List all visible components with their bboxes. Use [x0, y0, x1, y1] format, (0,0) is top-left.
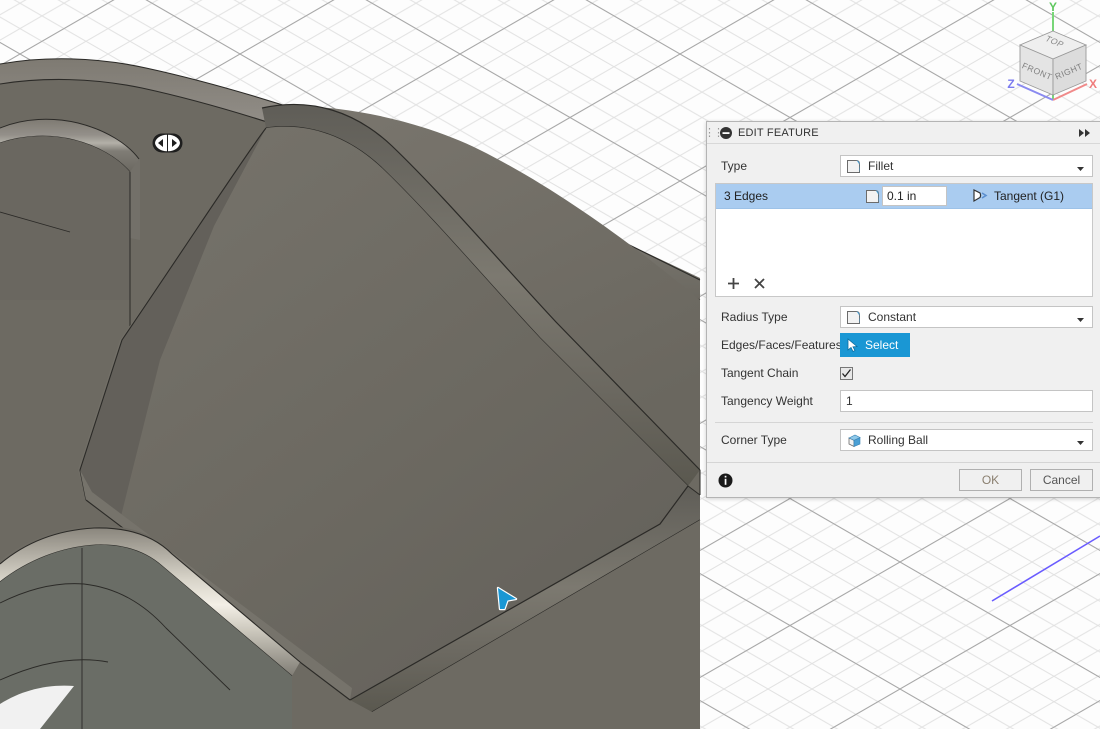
edge-continuity: Tangent (G1) [994, 189, 1065, 203]
mirror-symmetry-badge[interactable] [152, 133, 183, 153]
dialog-footer: OK Cancel [707, 462, 1100, 497]
constant-radius-icon [845, 309, 862, 326]
ok-button[interactable]: OK [959, 469, 1022, 491]
dialog-body: Type Fillet 3 Edges 0.1 in Tangent (G1) … [707, 144, 1100, 454]
type-value: Fillet [868, 159, 894, 173]
cancel-button[interactable]: Cancel [1030, 469, 1093, 491]
collapse-icon[interactable] [719, 126, 733, 140]
corner-type-row: Corner Type Rolling Ball [715, 426, 1093, 454]
selection-label: Edges/Faces/Features [721, 338, 842, 352]
tangency-weight-label: Tangency Weight [721, 394, 813, 408]
corner-type-value: Rolling Ball [868, 433, 929, 447]
select-button[interactable]: Select [840, 333, 911, 357]
plus-icon[interactable] [727, 277, 740, 290]
fillet-icon [864, 188, 881, 205]
axis-label-y: Y [1049, 0, 1057, 14]
edges-list[interactable]: 3 Edges 0.1 in Tangent (G1) [715, 183, 1093, 297]
chevron-down-icon[interactable] [1076, 436, 1085, 445]
axis-label-x: X [1089, 77, 1097, 91]
corner-type-label: Corner Type [721, 433, 787, 447]
edge-list-row[interactable]: 3 Edges 0.1 in Tangent (G1) [716, 184, 1092, 209]
radius-type-combo[interactable]: Constant [840, 306, 1093, 328]
radius-type-value: Constant [868, 310, 917, 324]
chevron-down-icon[interactable] [1076, 162, 1085, 171]
edges-list-empty-area[interactable] [716, 209, 1092, 270]
view-cube[interactable]: Y X Z TOP FRONT RIGHT [975, 0, 1100, 112]
select-button-label: Select [865, 338, 899, 352]
tangent-g1-icon [971, 188, 989, 204]
tangency-weight-row: Tangency Weight 1 [715, 387, 1093, 415]
tangent-chain-label: Tangent Chain [721, 366, 799, 380]
type-label: Type [721, 159, 748, 173]
info-icon[interactable] [718, 473, 733, 488]
radius-type-label: Radius Type [721, 310, 788, 324]
select-cursor-icon [846, 337, 860, 353]
selection-row: Edges/Faces/Features Select [715, 331, 1093, 359]
rolling-ball-icon [845, 432, 862, 449]
fillet-icon [845, 158, 862, 175]
edges-list-tools [716, 270, 1092, 296]
tangent-chain-row: Tangent Chain [715, 359, 1093, 387]
edit-feature-dialog[interactable]: ⋮⋮ EDIT FEATURE Type Fillet 3 Edges 0.1 … [704, 121, 1100, 498]
expand-right-icon[interactable] [1077, 127, 1093, 139]
type-combo[interactable]: Fillet [840, 155, 1093, 177]
close-x-icon[interactable] [753, 277, 766, 290]
edge-row-name: 3 Edges [724, 189, 769, 203]
type-row: Type Fillet [715, 152, 1093, 180]
tangency-weight-input[interactable]: 1 [840, 390, 1093, 412]
chevron-down-icon[interactable] [1076, 313, 1085, 322]
corner-type-combo[interactable]: Rolling Ball [840, 429, 1093, 451]
radius-type-row: Radius Type Constant [715, 303, 1093, 331]
dialog-title: EDIT FEATURE [738, 126, 819, 139]
tangent-chain-checkbox[interactable] [840, 366, 853, 380]
drag-handle[interactable]: ⋮⋮ [704, 126, 724, 139]
edge-radius-input[interactable]: 0.1 in [882, 186, 947, 206]
dialog-title-bar[interactable]: ⋮⋮ EDIT FEATURE [704, 122, 1100, 144]
axis-label-z: Z [1007, 77, 1014, 91]
divider [715, 422, 1093, 423]
